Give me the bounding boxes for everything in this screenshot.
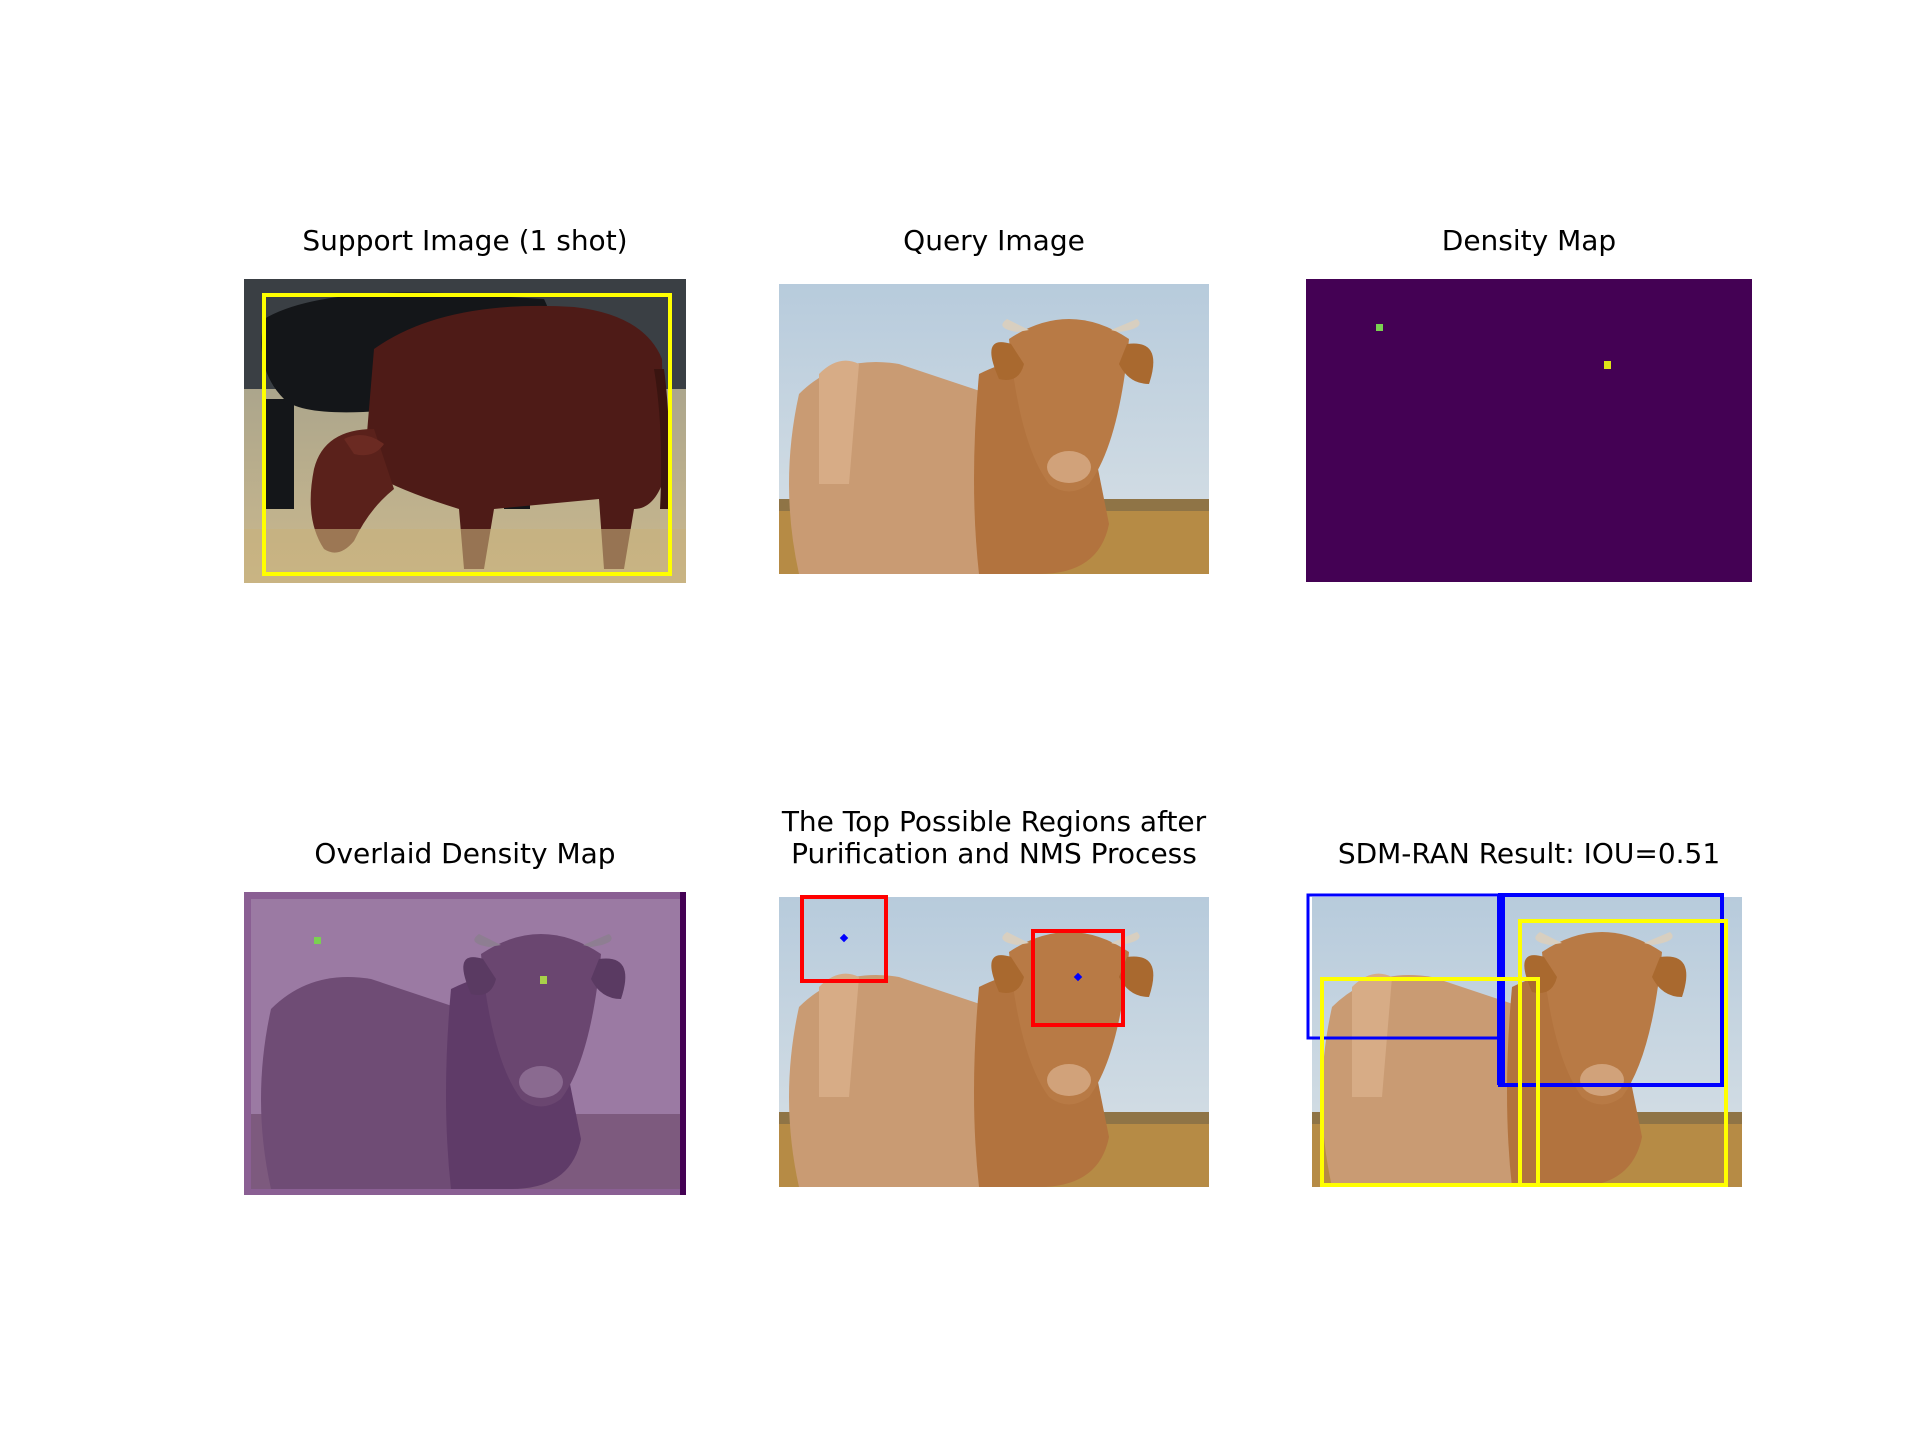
- overlaid-density-title: Overlaid Density Map: [314, 837, 616, 870]
- density-map: [1306, 279, 1752, 582]
- result-image: [1306, 893, 1742, 1187]
- query-image: [779, 284, 1209, 574]
- overlay-peak-2: [540, 976, 547, 984]
- region-center-1: [839, 933, 849, 943]
- support-image: [244, 279, 686, 583]
- pred-box-blue-1: [1306, 893, 1502, 1040]
- density-map-title: Density Map: [1441, 224, 1617, 257]
- gt-box-yellow-2: [1518, 919, 1728, 1187]
- density-peak-1: [1376, 324, 1383, 331]
- query-image-title: Query Image: [903, 224, 1085, 257]
- support-image-title: Support Image (1 shot): [302, 224, 628, 257]
- region-center-2: [1073, 972, 1083, 982]
- pred-box-blue-2: [1498, 893, 1724, 1087]
- density-peak-2: [1604, 361, 1611, 369]
- gt-box-yellow-1: [1320, 977, 1540, 1187]
- top-regions-title: The Top Possible Regions after Purificat…: [781, 805, 1207, 870]
- overlay-peak-1: [314, 937, 321, 944]
- overlaid-density-map: [244, 892, 686, 1195]
- top-regions-image: [779, 895, 1209, 1187]
- result-title: SDM-RAN Result: IOU=0.51: [1337, 837, 1721, 870]
